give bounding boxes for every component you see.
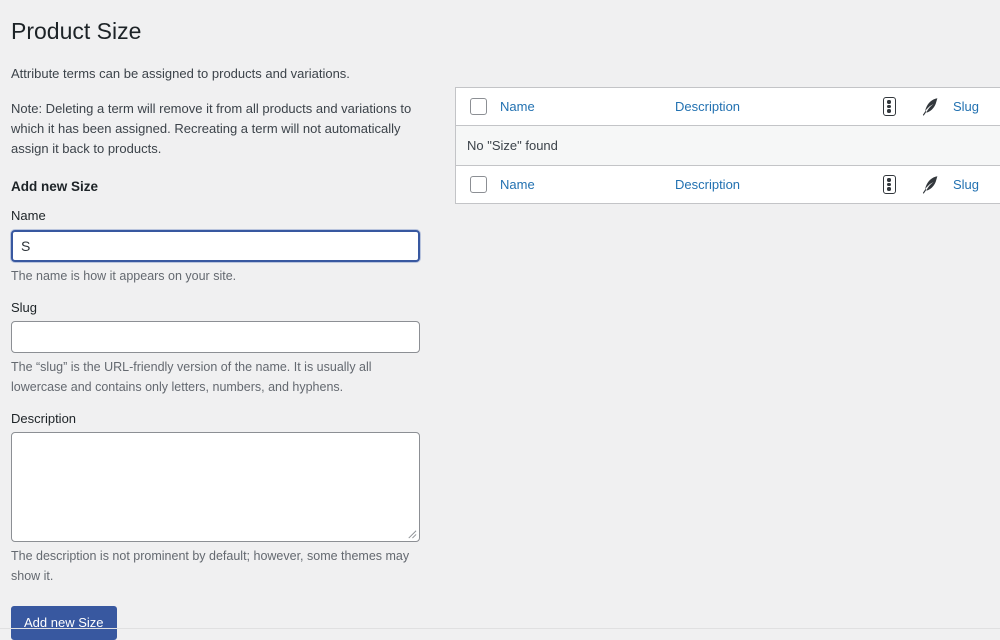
slug-field-block: Slug The “slug” is the URL-friendly vers… xyxy=(11,299,441,397)
column-footer-count-cell[interactable] xyxy=(873,175,905,194)
terms-table: Name Description Slug No "Size" found Na… xyxy=(455,87,1000,204)
column-footer-name[interactable]: Name xyxy=(500,177,535,192)
column-header-name-cell: Name xyxy=(500,98,675,116)
quill-icon-footer xyxy=(922,176,937,194)
description-textarea-wrap xyxy=(11,432,420,543)
column-footer-description[interactable]: Description xyxy=(675,177,740,192)
name-input[interactable] xyxy=(11,229,420,262)
count-icon xyxy=(882,97,896,116)
column-header-slug-cell: Slug xyxy=(953,98,1000,116)
slug-label: Slug xyxy=(11,300,38,316)
add-term-form-column: Product Size Attribute terms can be assi… xyxy=(11,0,441,640)
column-header-name[interactable]: Name xyxy=(500,99,535,114)
add-new-size-button[interactable]: Add new Size xyxy=(11,605,117,640)
column-footer-slug[interactable]: Slug xyxy=(953,177,979,192)
description-label: Description xyxy=(11,410,77,426)
column-header-count-cell[interactable] xyxy=(873,97,905,116)
column-footer-quill-cell[interactable] xyxy=(905,174,953,195)
count-icon-footer xyxy=(882,175,896,194)
delete-note: Note: Deleting a term will remove it fro… xyxy=(11,101,412,157)
quill-icon xyxy=(922,98,937,116)
name-helper-text: The name is how it appears on your site. xyxy=(11,268,237,283)
select-all-cell xyxy=(456,98,500,115)
table-header-row: Name Description Slug xyxy=(456,88,1000,126)
page-bottom-rule xyxy=(0,628,1000,629)
page-title: Product Size xyxy=(11,18,142,44)
table-footer-row: Name Description Slug xyxy=(456,165,1000,203)
submit-row: Add new Size xyxy=(11,605,441,640)
intro-description: Attribute terms can be assigned to produ… xyxy=(11,65,350,81)
table-empty-message: No "Size" found xyxy=(467,138,558,153)
column-footer-name-cell: Name xyxy=(500,176,675,194)
column-header-slug[interactable]: Slug xyxy=(953,99,979,114)
admin-page: Product Size Attribute terms can be assi… xyxy=(0,0,1000,640)
add-new-heading: Add new Size xyxy=(11,179,99,195)
name-label: Name xyxy=(11,208,46,224)
description-helper-text: The description is not prominent by defa… xyxy=(11,549,410,583)
column-header-quill-cell[interactable] xyxy=(905,96,953,117)
name-field-block: Name The name is how it appears on your … xyxy=(11,207,441,286)
slug-input[interactable] xyxy=(11,321,420,354)
column-header-description[interactable]: Description xyxy=(675,99,740,114)
select-all-checkbox-footer[interactable] xyxy=(469,176,487,193)
table-empty-row: No "Size" found xyxy=(456,126,1000,165)
description-field-block: Description The description is not promi… xyxy=(11,410,441,586)
column-header-description-cell: Description xyxy=(675,98,873,116)
select-all-footer-cell xyxy=(456,176,500,193)
description-textarea[interactable] xyxy=(11,432,420,543)
column-footer-slug-cell: Slug xyxy=(953,176,1000,194)
column-footer-description-cell: Description xyxy=(675,176,873,194)
slug-helper-text: The “slug” is the URL-friendly version o… xyxy=(11,360,372,394)
select-all-checkbox[interactable] xyxy=(469,98,487,115)
